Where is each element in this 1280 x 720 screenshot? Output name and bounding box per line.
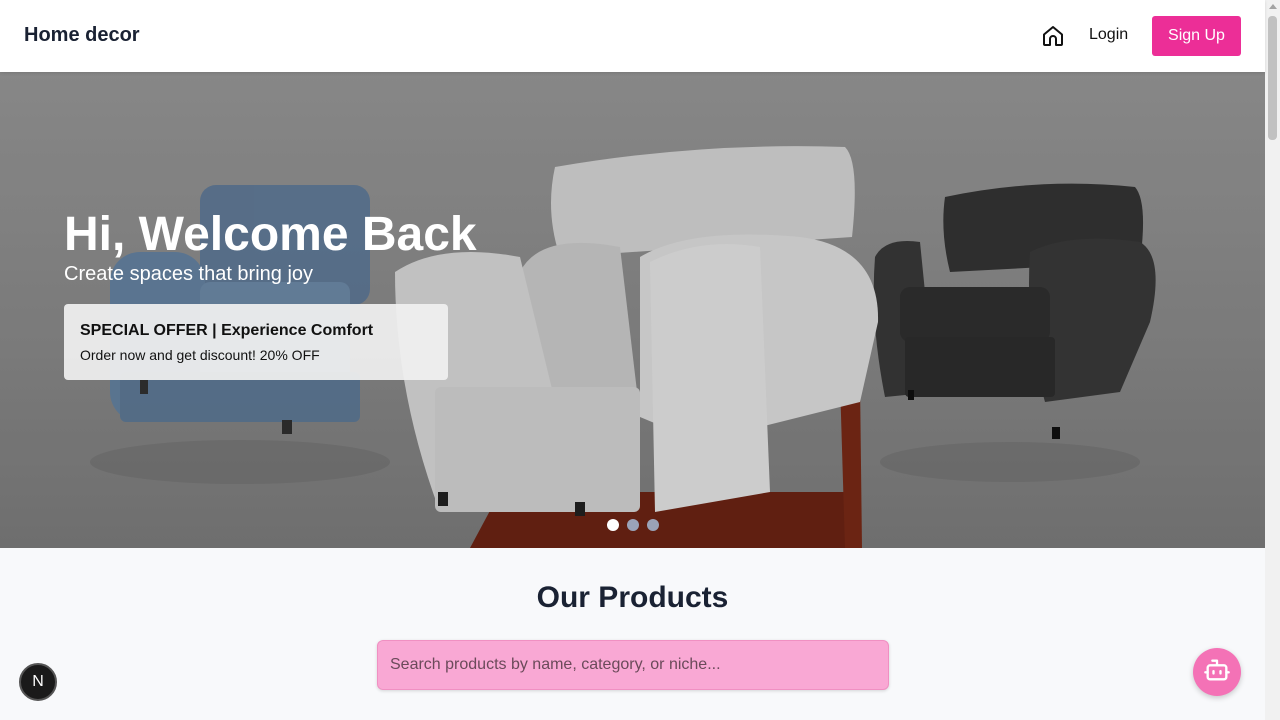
- hero-subtitle: Create spaces that bring joy: [64, 263, 314, 285]
- site-header: Home decor Login Sign Up: [0, 0, 1265, 72]
- login-link[interactable]: Login: [1089, 26, 1128, 44]
- page-scrollbar[interactable]: [1265, 0, 1280, 720]
- brand-logo[interactable]: Home decor: [24, 24, 140, 47]
- home-icon[interactable]: [1041, 24, 1065, 48]
- scrollbar-thumb[interactable]: [1268, 16, 1277, 140]
- carousel-dot-3[interactable]: [647, 519, 659, 531]
- nextjs-dev-badge[interactable]: N: [19, 663, 57, 701]
- carousel-dot-1[interactable]: [607, 519, 619, 531]
- offer-text: Order now and get discount! 20% OFF: [80, 347, 320, 363]
- hero-carousel: Hi, Welcome Back Create spaces that brin…: [0, 72, 1265, 548]
- special-offer-card: SPECIAL OFFER | Experience Comfort Order…: [64, 304, 448, 380]
- next-badge-label: N: [32, 673, 44, 690]
- product-search-input[interactable]: [377, 640, 889, 690]
- signup-button[interactable]: Sign Up: [1152, 16, 1241, 56]
- scroll-up-arrow-icon[interactable]: [1269, 4, 1277, 9]
- carousel-dot-2[interactable]: [627, 519, 639, 531]
- robot-icon: [1203, 656, 1231, 689]
- offer-title: SPECIAL OFFER | Experience Comfort: [80, 322, 374, 339]
- chatbot-button[interactable]: [1193, 648, 1241, 696]
- products-heading: Our Products: [536, 581, 729, 614]
- hero-title: Hi, Welcome Back: [64, 208, 477, 261]
- carousel-dots: [607, 519, 659, 531]
